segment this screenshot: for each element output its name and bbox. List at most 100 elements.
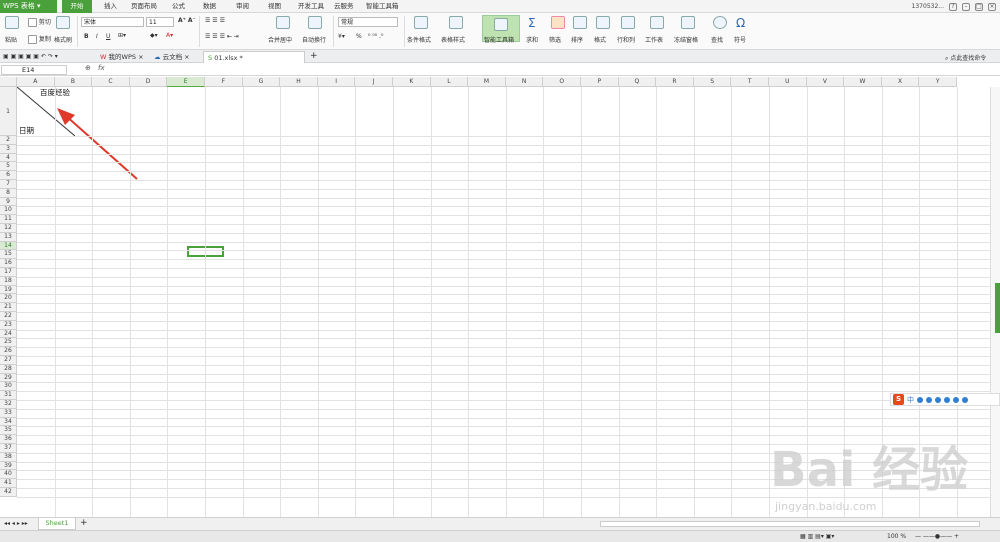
worksheet-icon[interactable] bbox=[650, 16, 664, 29]
ime-lang[interactable]: 中 bbox=[907, 395, 914, 405]
tools-icon[interactable] bbox=[962, 396, 968, 403]
column-header[interactable]: U bbox=[769, 77, 807, 87]
column-header[interactable]: Q bbox=[618, 77, 657, 87]
mic-icon[interactable] bbox=[935, 396, 941, 403]
tab-home[interactable]: 开始 bbox=[62, 0, 92, 13]
rows-cols-icon[interactable] bbox=[621, 16, 635, 29]
column-header[interactable]: T bbox=[731, 77, 769, 87]
sum-button[interactable]: 求和 bbox=[526, 35, 538, 44]
row-header[interactable]: 40 bbox=[0, 470, 17, 480]
row-header[interactable]: 26 bbox=[0, 347, 17, 356]
row-header[interactable]: 23 bbox=[0, 320, 17, 330]
omega-icon[interactable]: Ω bbox=[736, 16, 750, 30]
row-header[interactable]: 10 bbox=[0, 206, 17, 216]
filter-icon[interactable] bbox=[551, 16, 565, 29]
help-icon[interactable]: ? bbox=[949, 2, 957, 11]
row-header[interactable]: 16 bbox=[0, 259, 17, 268]
horizontal-scrollbar[interactable] bbox=[600, 521, 980, 527]
doc-tab-file[interactable]: S 01.xlsx * bbox=[203, 51, 305, 63]
freeze-panes-icon[interactable] bbox=[681, 16, 695, 29]
row-header[interactable]: 29 bbox=[0, 373, 17, 383]
row-header[interactable]: 41 bbox=[0, 479, 17, 488]
close-icon[interactable]: × bbox=[988, 2, 996, 11]
column-header[interactable]: Y bbox=[919, 77, 957, 87]
view-mode-icons[interactable]: ▦ ▥ ▤▾ ▣▾ bbox=[800, 533, 834, 540]
column-header[interactable]: H bbox=[280, 77, 318, 87]
add-tab-icon[interactable]: + bbox=[310, 51, 318, 61]
side-panel-toggle[interactable] bbox=[995, 283, 1000, 333]
find-button[interactable]: 查找 bbox=[711, 35, 723, 44]
row-header[interactable]: 18 bbox=[0, 276, 17, 286]
select-all-corner[interactable] bbox=[0, 77, 17, 87]
row-header[interactable]: 12 bbox=[0, 224, 17, 233]
punct-icon[interactable] bbox=[917, 396, 923, 403]
row-header[interactable]: 33 bbox=[0, 408, 17, 418]
magnifier-icon[interactable]: ⊕ bbox=[85, 64, 91, 72]
emoji-icon[interactable] bbox=[926, 396, 932, 403]
format-button[interactable]: 格式 bbox=[594, 35, 606, 44]
row-header[interactable]: 37 bbox=[0, 444, 17, 453]
sheet-tab[interactable]: Sheet1 bbox=[38, 518, 76, 530]
tab-review[interactable]: 审阅 bbox=[236, 0, 249, 13]
skin-icon[interactable] bbox=[953, 396, 959, 403]
column-header[interactable]: K bbox=[393, 77, 431, 87]
column-header[interactable]: R bbox=[656, 77, 694, 87]
column-header[interactable]: B bbox=[54, 77, 93, 87]
row-header[interactable]: 32 bbox=[0, 400, 17, 409]
column-header[interactable]: A bbox=[17, 77, 55, 87]
column-header[interactable]: F bbox=[205, 77, 243, 87]
row-header[interactable]: 5 bbox=[0, 162, 17, 172]
fx-icon[interactable]: fx bbox=[98, 64, 105, 72]
command-search[interactable]: ⌕ 点此查找命令 bbox=[945, 53, 986, 63]
row-header[interactable]: 2 bbox=[0, 136, 17, 145]
column-header[interactable]: E bbox=[167, 77, 205, 87]
row-header[interactable]: 17 bbox=[0, 268, 17, 277]
row-header[interactable]: 30 bbox=[0, 382, 17, 392]
column-header[interactable]: L bbox=[430, 77, 469, 87]
row-header[interactable]: 35 bbox=[0, 426, 17, 436]
wps-app-menu[interactable]: WPS 表格 ▾ bbox=[0, 0, 57, 13]
column-header[interactable]: N bbox=[505, 77, 544, 87]
row-header[interactable]: 1 bbox=[0, 87, 17, 136]
row-header[interactable]: 20 bbox=[0, 294, 17, 304]
worksheet-button[interactable]: 工作表 bbox=[645, 35, 663, 44]
row-header[interactable]: 9 bbox=[0, 197, 17, 207]
row-header[interactable]: 3 bbox=[0, 144, 17, 154]
row-header[interactable]: 8 bbox=[0, 188, 17, 198]
rows-cols-button[interactable]: 行和列 bbox=[617, 35, 635, 44]
add-sheet-icon[interactable]: + bbox=[80, 518, 88, 528]
row-header[interactable]: 38 bbox=[0, 452, 17, 462]
row-header[interactable]: 21 bbox=[0, 303, 17, 312]
row-header[interactable]: 39 bbox=[0, 461, 17, 471]
row-header[interactable]: 24 bbox=[0, 329, 17, 339]
find-icon[interactable] bbox=[713, 16, 727, 29]
column-header[interactable]: X bbox=[881, 77, 920, 87]
sum-icon[interactable]: Σ bbox=[528, 16, 542, 30]
doc-tab-cloud[interactable]: ☁ 云文档 × bbox=[150, 51, 190, 63]
tab-view[interactable]: 视图 bbox=[268, 0, 281, 13]
row-header[interactable]: 34 bbox=[0, 417, 17, 427]
name-box[interactable]: E14 bbox=[1, 65, 67, 75]
sheet-nav-icons[interactable]: ◂◂ ◂ ▸ ▸▸ bbox=[4, 520, 28, 527]
sort-button[interactable]: 排序 bbox=[571, 35, 583, 44]
row-header[interactable]: 31 bbox=[0, 391, 17, 400]
column-header[interactable]: D bbox=[129, 77, 168, 87]
ime-toolbar[interactable]: S 中 bbox=[890, 393, 1000, 406]
tab-formulas[interactable]: 公式 bbox=[172, 0, 185, 13]
row-header[interactable]: 36 bbox=[0, 435, 17, 444]
row-header[interactable]: 13 bbox=[0, 232, 17, 242]
column-header[interactable]: J bbox=[355, 77, 393, 87]
row-header[interactable]: 11 bbox=[0, 215, 17, 224]
close-tab-icon[interactable]: × bbox=[184, 53, 189, 61]
row-header[interactable]: 6 bbox=[0, 171, 17, 180]
row-header[interactable]: 22 bbox=[0, 312, 17, 321]
row-header[interactable]: 27 bbox=[0, 356, 17, 365]
sort-icon[interactable] bbox=[573, 16, 587, 29]
tab-page-layout[interactable]: 页面布局 bbox=[131, 0, 157, 13]
row-header[interactable]: 14 bbox=[0, 241, 17, 251]
zoom-level[interactable]: 100 % bbox=[887, 533, 906, 540]
row-header[interactable]: 4 bbox=[0, 153, 17, 163]
column-header[interactable]: W bbox=[844, 77, 882, 87]
row-header[interactable]: 25 bbox=[0, 338, 17, 348]
row-header[interactable]: 7 bbox=[0, 180, 17, 189]
